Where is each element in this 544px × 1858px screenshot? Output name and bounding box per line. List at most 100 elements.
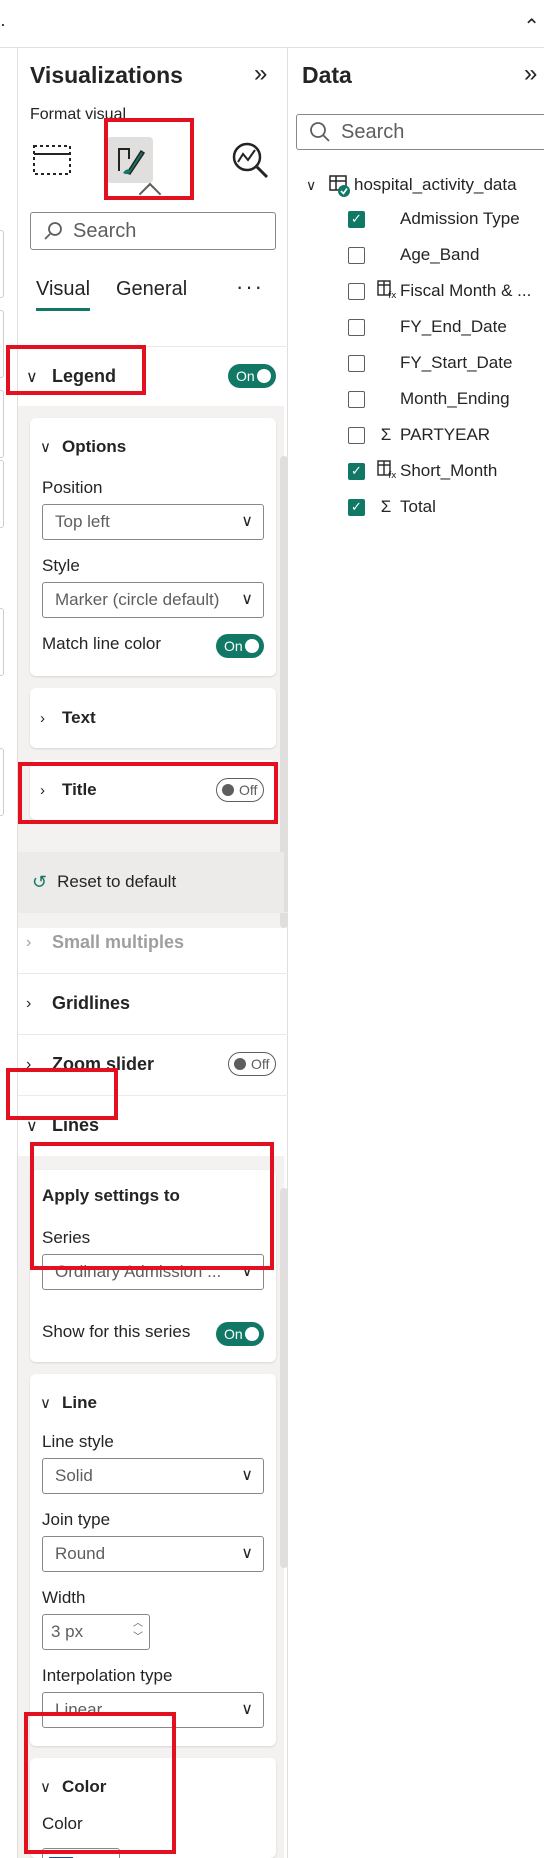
- series-dropdown[interactable]: Ordinary Admission ... ∨: [42, 1254, 264, 1290]
- table-node[interactable]: ∨ hospital_activity_data: [306, 170, 517, 200]
- chevron-down-icon: ∨: [40, 1395, 51, 1412]
- field-row[interactable]: Σ PARTYEAR: [348, 420, 490, 450]
- chevron-down-icon: ∨: [241, 1701, 253, 1718]
- show-for-series-toggle[interactable]: On: [216, 1322, 264, 1346]
- analytics-icon[interactable]: [222, 130, 278, 190]
- checkbox[interactable]: [348, 354, 365, 372]
- checkbox-checked[interactable]: ✓: [348, 462, 365, 480]
- join-type-dropdown[interactable]: Round ∨: [42, 1536, 264, 1572]
- field-row[interactable]: ✓ Admission Type: [348, 204, 520, 234]
- field-row[interactable]: ✓ Σ Total: [348, 492, 436, 522]
- options-card: ∨ Options Position Top left ∨ Style Mark…: [30, 418, 276, 676]
- data-pane: Data » Search ∨ hospital_activity_data ✓…: [288, 48, 544, 1858]
- zoom-slider-toggle[interactable]: Off: [228, 1052, 276, 1076]
- section-lines[interactable]: ∨ Lines: [18, 1095, 288, 1155]
- interpolation-type-value: Linear: [55, 1700, 103, 1719]
- interpolation-type-dropdown[interactable]: Linear ∨: [42, 1692, 264, 1728]
- text-label: Text: [62, 708, 96, 727]
- chevron-right-icon: ›: [26, 1055, 32, 1073]
- chevron-down-icon: ∨: [241, 513, 253, 530]
- stepper-arrows-icon[interactable]: ︿ ﹀: [133, 1617, 143, 1645]
- checkbox-checked[interactable]: ✓: [348, 210, 365, 228]
- field-name: Total: [400, 497, 436, 516]
- reset-to-default-button[interactable]: ↺ Reset to default: [18, 852, 284, 912]
- match-line-color-toggle[interactable]: On: [216, 634, 264, 658]
- text-card[interactable]: › Text: [30, 688, 276, 748]
- legend-toggle-label: On: [236, 368, 255, 384]
- options-header[interactable]: ∨ Options: [40, 432, 126, 462]
- build-visual-icon[interactable]: [24, 130, 80, 190]
- data-search-placeholder: Search: [341, 120, 405, 143]
- checkbox[interactable]: [348, 246, 365, 264]
- canvas-visual-edge: [0, 230, 4, 298]
- canvas-visual-edge: [0, 748, 4, 816]
- match-line-color-label: Match line color: [42, 634, 162, 653]
- field-name: PARTYEAR: [400, 425, 491, 444]
- legend-toggle[interactable]: On: [228, 364, 276, 388]
- data-search-input[interactable]: Search: [296, 114, 544, 150]
- checkbox-checked[interactable]: ✓: [348, 498, 365, 516]
- style-label: Style: [42, 556, 80, 575]
- collapse-pane-icon[interactable]: »: [254, 62, 267, 86]
- field-row[interactable]: FY_Start_Date: [348, 348, 512, 378]
- canvas-visual-edge: [0, 608, 4, 676]
- field-row[interactable]: FY_End_Date: [348, 312, 507, 342]
- interpolation-type-label: Interpolation type: [42, 1666, 173, 1685]
- style-dropdown[interactable]: Marker (circle default) ∨: [42, 582, 264, 618]
- format-search-input[interactable]: Search: [30, 212, 276, 250]
- series-value: Ordinary Admission ...: [55, 1262, 222, 1281]
- collapse-ribbon-chevron-icon[interactable]: ⌃: [523, 14, 540, 39]
- color-picker[interactable]: ∨: [42, 1848, 120, 1858]
- chevron-down-icon: ∨: [241, 1263, 253, 1280]
- collapse-data-pane-icon[interactable]: »: [524, 62, 537, 86]
- field-row[interactable]: Month_Ending: [348, 384, 510, 414]
- more-options-icon[interactable]: ···: [236, 274, 264, 300]
- chevron-down-icon: ∨: [241, 591, 253, 608]
- field-row[interactable]: Age_Band: [348, 240, 479, 270]
- title-card[interactable]: › Title Off: [30, 760, 276, 820]
- line-style-value: Solid: [55, 1466, 93, 1485]
- line-header[interactable]: ∨ Line: [40, 1388, 97, 1418]
- scrollbar[interactable]: [280, 1188, 288, 1568]
- chevron-down-icon: ∨: [40, 1779, 51, 1796]
- field-row[interactable]: fx Fiscal Month & ...: [348, 276, 531, 306]
- style-value: Marker (circle default): [55, 590, 220, 609]
- width-stepper[interactable]: 3 px ︿ ﹀: [42, 1614, 150, 1650]
- show-for-series-label: Show for this series: [42, 1322, 191, 1341]
- title-label: Title: [62, 780, 97, 799]
- color-header[interactable]: ∨ Color: [40, 1772, 106, 1802]
- field-name: Month_Ending: [400, 389, 510, 408]
- format-tabs: Visual General ···: [30, 274, 276, 318]
- width-label: Width: [42, 1588, 86, 1607]
- field-name: FY_End_Date: [400, 317, 507, 336]
- reset-label: Reset to default: [57, 872, 177, 891]
- chevron-down-icon: ∨: [241, 1467, 253, 1484]
- top-bar: · ⌃: [0, 0, 544, 48]
- calc-column-icon: fx: [375, 459, 397, 484]
- section-gridlines[interactable]: › Gridlines: [18, 973, 288, 1033]
- checkbox[interactable]: [348, 282, 365, 300]
- text-header[interactable]: › Text: [40, 703, 96, 733]
- line-style-label: Line style: [42, 1432, 114, 1451]
- line-style-dropdown[interactable]: Solid ∨: [42, 1458, 264, 1494]
- format-visual-icon[interactable]: [102, 130, 158, 190]
- chevron-down-icon: ∨: [306, 176, 317, 193]
- position-dropdown[interactable]: Top left ∨: [42, 504, 264, 540]
- canvas-visual-edge: [0, 310, 4, 378]
- tab-visual[interactable]: Visual: [36, 278, 91, 311]
- field-row[interactable]: ✓ fx Short_Month: [348, 456, 497, 486]
- sigma-icon: Σ: [380, 425, 392, 444]
- title-toggle[interactable]: Off: [216, 778, 264, 802]
- visualizations-pane: Visualizations » Format visual Search Vi…: [18, 48, 288, 1858]
- field-name: FY_Start_Date: [400, 353, 513, 372]
- table-name: hospital_activity_data: [354, 175, 517, 194]
- checkbox[interactable]: [348, 318, 365, 336]
- svg-text:fx: fx: [388, 471, 396, 479]
- search-icon: [44, 222, 62, 240]
- chevron-right-icon: ›: [26, 994, 32, 1012]
- tab-general[interactable]: General: [116, 278, 187, 301]
- checkbox[interactable]: [348, 426, 365, 444]
- canvas-visual-edge: [0, 390, 4, 458]
- checkbox[interactable]: [348, 390, 365, 408]
- title-header[interactable]: › Title: [40, 775, 97, 805]
